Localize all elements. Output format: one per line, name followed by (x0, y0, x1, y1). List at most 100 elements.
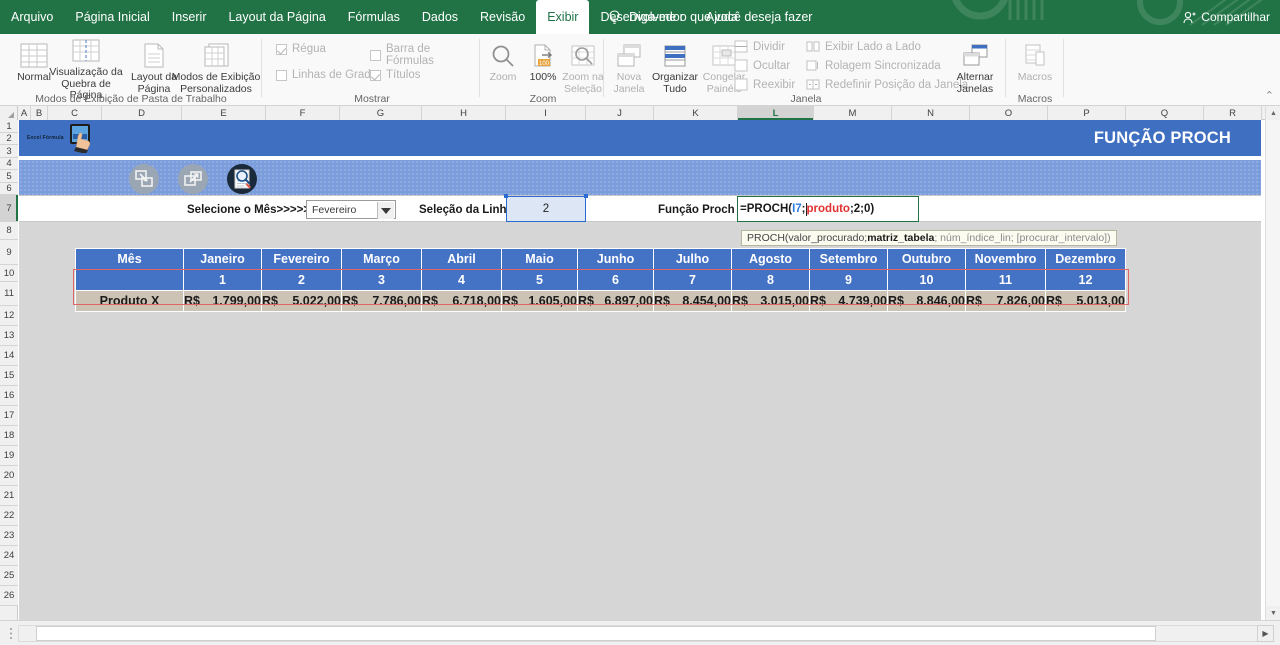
month-dropdown[interactable]: Fevereiro (306, 200, 396, 219)
tell-me-label: Diga-me o que você deseja fazer (629, 10, 813, 24)
formula-cell[interactable]: =PROCH(I7; produto ;2;0) (737, 196, 919, 222)
hide-button[interactable]: Ocultar (734, 59, 790, 72)
row-header-7[interactable]: 7 (0, 195, 18, 222)
column-header-a[interactable]: A (18, 106, 31, 120)
check-linhas-de-grade[interactable]: Linhas de Grade (276, 69, 377, 81)
row-header-9[interactable]: 9 (0, 240, 18, 265)
row-select-cell[interactable]: 2 (504, 194, 588, 222)
chevron-down-icon[interactable] (377, 202, 394, 219)
row-header-25[interactable]: 25 (0, 566, 18, 586)
menu-item-exibir[interactable]: Exibir (536, 0, 590, 34)
check-barra-de-formulas[interactable]: Barra de Fórmulas (370, 43, 480, 67)
row-header-23[interactable]: 23 (0, 526, 18, 546)
new-window-button[interactable]: Nova Janela (608, 37, 650, 99)
header-cell-abril: Abril (421, 248, 502, 270)
checkbox-icon[interactable] (370, 49, 381, 61)
column-header-d[interactable]: D (102, 106, 182, 120)
zoom-button[interactable]: Zoom (482, 37, 524, 99)
column-header-r[interactable]: R (1204, 106, 1262, 120)
row-header-24[interactable]: 24 (0, 546, 18, 566)
column-header-n[interactable]: N (892, 106, 970, 120)
menu-item-arquivo[interactable]: Arquivo (0, 0, 64, 34)
menu-item-layout-da-pagina[interactable]: Layout da Página (217, 0, 336, 34)
menu-item-pagina-inicial[interactable]: Página Inicial (64, 0, 160, 34)
view-custom-button[interactable]: Modos de Exibição Personalizados (170, 37, 262, 99)
collapse-arrows-icon[interactable] (129, 164, 159, 194)
row-header-8[interactable]: 8 (0, 222, 18, 240)
synchronous-scrolling-button[interactable]: Rolagem Sincronizada (806, 59, 941, 72)
row-header-2[interactable]: 2 (0, 133, 18, 145)
column-header-i[interactable]: I (506, 106, 586, 120)
switch-windows-button[interactable]: Alternar Janelas (946, 37, 1004, 99)
row-header-11[interactable]: 11 (0, 282, 18, 306)
header-cell-janeiro: Janeiro (183, 248, 262, 270)
column-header-m[interactable]: M (814, 106, 892, 120)
check-titulos[interactable]: Títulos (370, 69, 421, 81)
column-header-f[interactable]: F (266, 106, 340, 120)
row-header-15[interactable]: 15 (0, 366, 18, 386)
column-header-q[interactable]: Q (1126, 106, 1204, 120)
expand-arrows-icon[interactable] (178, 164, 208, 194)
row-header-17[interactable]: 17 (0, 406, 18, 426)
select-all-corner[interactable] (0, 106, 18, 120)
row-header-1[interactable]: 1 (0, 120, 18, 133)
row-header-6[interactable]: 6 (0, 183, 18, 195)
row-header-3[interactable]: 3 (0, 145, 18, 158)
currency-symbol: R$ (810, 294, 826, 308)
view-page-break-button[interactable]: Visualização da Quebra de Página (48, 37, 124, 101)
macros-button[interactable]: Macros (1006, 37, 1064, 99)
zoom-100-button[interactable]: 100 100% (524, 37, 562, 99)
unhide-button[interactable]: Reexibir (734, 78, 795, 91)
row-header-22[interactable]: 22 (0, 506, 18, 526)
checkbox-icon[interactable] (276, 43, 287, 55)
row-header-12[interactable]: 12 (0, 306, 18, 326)
row-header-19[interactable]: 19 (0, 446, 18, 466)
search-document-icon[interactable] (227, 164, 257, 194)
column-header-l[interactable]: L (738, 106, 814, 120)
tell-me-box[interactable]: Diga-me o que você deseja fazer (608, 0, 812, 34)
column-header-p[interactable]: P (1048, 106, 1126, 120)
row-header-21[interactable]: 21 (0, 486, 18, 506)
column-header-e[interactable]: E (182, 106, 266, 120)
column-header-j[interactable]: J (586, 106, 654, 120)
horizontal-scroll-track[interactable] (18, 625, 1262, 642)
share-button[interactable]: Compartilhar (1183, 0, 1270, 34)
scroll-down-button[interactable]: ▼ (1266, 606, 1280, 620)
row-header-10[interactable]: 10 (0, 265, 18, 282)
row-header-14[interactable]: 14 (0, 346, 18, 366)
scroll-right-button[interactable]: ▶ (1257, 625, 1274, 642)
row-header-18[interactable]: 18 (0, 426, 18, 446)
menu-item-revisao[interactable]: Revisão (469, 0, 536, 34)
checkbox-icon[interactable] (370, 69, 381, 81)
scroll-up-button[interactable]: ▲ (1266, 106, 1280, 120)
horizontal-scroll-thumb[interactable] (36, 626, 1156, 641)
column-header-o[interactable]: O (970, 106, 1048, 120)
menu-item-dados[interactable]: Dados (411, 0, 469, 34)
reset-window-position-button[interactable]: Redefinir Posição da Janela (806, 78, 968, 91)
zoom-selection-button[interactable]: Zoom na Seleção (562, 37, 604, 99)
row-header-20[interactable]: 20 (0, 466, 18, 486)
row-header-26[interactable]: 26 (0, 586, 18, 606)
column-header-c[interactable]: C (48, 106, 102, 120)
data-table[interactable]: Mês Janeiro Fevereiro Março Abril Maio J… (75, 248, 1126, 312)
menu-item-formulas[interactable]: Fórmulas (337, 0, 411, 34)
vertical-scrollbar[interactable]: ▲ ▼ (1265, 106, 1280, 620)
ribbon-group-show: Régua Barra de Fórmulas Linhas de Grade … (264, 34, 480, 106)
row-header-13[interactable]: 13 (0, 326, 18, 346)
column-header-b[interactable]: B (31, 106, 48, 120)
row-header-5[interactable]: 5 (0, 170, 18, 183)
checkbox-icon[interactable] (276, 69, 287, 81)
split-button[interactable]: Dividir (734, 40, 785, 53)
menu-item-inserir[interactable]: Inserir (161, 0, 218, 34)
column-header-k[interactable]: K (654, 106, 738, 120)
row-header-16[interactable]: 16 (0, 386, 18, 406)
collapse-ribbon-button[interactable]: ⌃ (1265, 89, 1274, 102)
arrange-all-button[interactable]: Organizar Tudo (650, 37, 700, 99)
check-regua[interactable]: Régua (276, 43, 326, 55)
worksheet-grid[interactable]: Excel Fórmula FUNÇÃO PROCH Selecione o M… (19, 120, 1261, 620)
currency-symbol: R$ (888, 294, 904, 308)
view-side-by-side-button[interactable]: Exibir Lado a Lado (806, 40, 921, 53)
row-header-4[interactable]: 4 (0, 158, 18, 170)
column-header-h[interactable]: H (422, 106, 506, 120)
column-header-g[interactable]: G (340, 106, 422, 120)
